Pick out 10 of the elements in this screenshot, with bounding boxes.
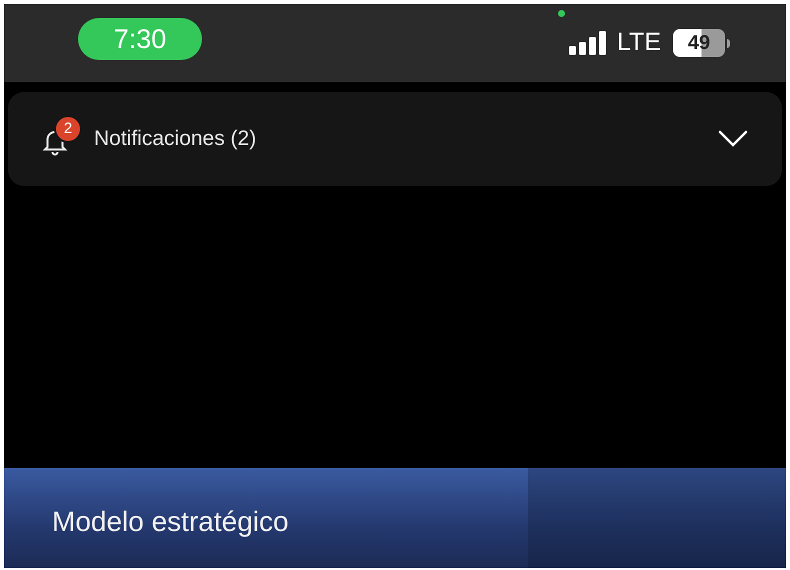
notifications-panel[interactable]: 2 Notificaciones (2) <box>8 92 782 186</box>
battery-tip-icon <box>727 38 730 48</box>
notifications-label: Notificaciones (2) <box>94 126 258 152</box>
privacy-indicator-icon <box>558 10 565 17</box>
chevron-down-icon[interactable] <box>718 130 748 148</box>
slide-title: Modelo estratégico <box>52 505 289 539</box>
battery-indicator: 49 <box>673 29 725 57</box>
notification-count-badge: 2 <box>54 115 82 143</box>
network-label: LTE <box>617 27 661 58</box>
time-pill: 7:30 <box>78 18 202 60</box>
